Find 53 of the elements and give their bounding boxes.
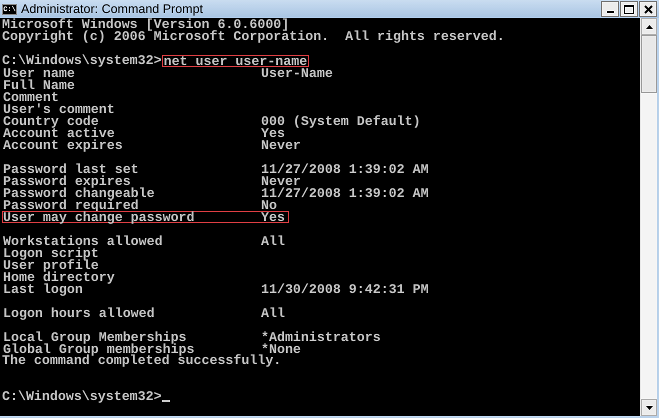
field-value: *Administrators (261, 332, 381, 342)
field-label: Last logon (3, 284, 83, 294)
field-value: 000 (System Default) (261, 116, 421, 126)
minimize-icon (606, 11, 614, 13)
maximize-button[interactable] (620, 1, 638, 17)
output-line: Microsoft Windows [Version 6.0.6000] (2, 19, 290, 31)
field-label: Comment (3, 92, 60, 102)
field-label: Password changeable (3, 188, 156, 198)
field-value: Yes (261, 128, 285, 138)
field-label: User may change password (3, 212, 196, 222)
close-button[interactable] (639, 1, 657, 17)
up-arrow-icon (646, 24, 652, 28)
prompt-path: C:\Windows\system32> (2, 55, 162, 67)
field-value: *None (261, 344, 301, 354)
maximize-icon (624, 4, 634, 14)
prompt-path: C:\Windows\system32> (2, 391, 162, 403)
command-text: net user user-name (162, 55, 310, 67)
field-label: User name (3, 68, 75, 78)
field-label: User's comment (3, 104, 116, 114)
field-label: Password last set (3, 164, 140, 174)
field-label: Account expires (3, 140, 124, 150)
minimize-button[interactable] (601, 1, 619, 17)
down-arrow-icon (646, 406, 652, 410)
field-label: Local Group Memberships (3, 332, 187, 342)
field-value: 11/27/2008 1:39:02 AM (261, 188, 429, 198)
field-label: Password required (3, 200, 139, 210)
field-label: User profile (3, 260, 99, 270)
field-label: Home directory (3, 272, 116, 282)
field-value: All (261, 308, 285, 318)
field-label: Logon hours allowed (3, 308, 156, 318)
window-title: Administrator: Command Prompt (21, 0, 204, 18)
field-value: No (261, 200, 277, 210)
scrollbar[interactable] (640, 18, 657, 416)
field-value: 11/30/2008 9:42:31 PM (261, 284, 429, 294)
close-icon (644, 4, 652, 14)
output-line: Copyright (c) 2006 Microsoft Corporation. All rights reserved. (2, 31, 505, 43)
field-value: User-Name (261, 68, 333, 78)
field-label: Full Name (3, 80, 76, 90)
scroll-thumb[interactable] (641, 35, 657, 93)
field-value: Yes (261, 212, 285, 222)
scroll-up-button[interactable] (641, 18, 657, 35)
field-label: Logon script (3, 248, 100, 258)
field-label: Country code (3, 116, 99, 126)
field-value: All (261, 236, 285, 246)
field-label: Account active (3, 128, 115, 138)
field-label: Global Group memberships (3, 344, 195, 354)
output-line: The command completed successfully. (2, 355, 282, 367)
field-label: Password expires (3, 176, 131, 186)
field-value: Never (261, 140, 301, 150)
field-value: Never (261, 176, 301, 186)
field-label: Workstations allowed (3, 236, 164, 246)
scroll-down-button[interactable] (641, 399, 657, 416)
field-value: 11/27/2008 1:39:02 AM (261, 164, 429, 174)
